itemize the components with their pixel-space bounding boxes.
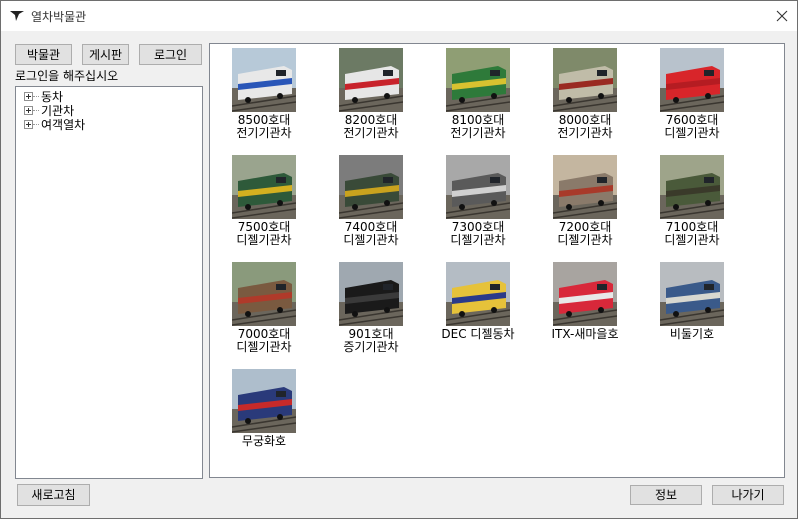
train-tile[interactable]: 무궁화호 bbox=[214, 369, 314, 448]
expand-icon[interactable] bbox=[24, 92, 33, 101]
train-tile[interactable]: 8500호대 전기기관차 bbox=[214, 48, 314, 140]
train-caption: 7100호대 디젤기관차 bbox=[642, 221, 742, 247]
train-8000-thumbnail bbox=[553, 48, 617, 112]
info-button[interactable]: 정보 bbox=[630, 485, 702, 505]
train-tile[interactable]: 8200호대 전기기관차 bbox=[321, 48, 421, 140]
tree-connector bbox=[33, 96, 39, 97]
train-7200-thumbnail bbox=[553, 155, 617, 219]
category-tree[interactable]: 동차 기관차 여객열차 bbox=[15, 86, 203, 479]
steam-locomotive-thumbnail bbox=[339, 262, 403, 326]
train-caption-line2: 전기기관차 bbox=[450, 126, 506, 140]
train-8200-thumbnail bbox=[339, 48, 403, 112]
museum-button[interactable]: 박물관 bbox=[15, 44, 72, 65]
train-8100-thumbnail bbox=[446, 48, 510, 112]
train-7600-thumbnail bbox=[660, 48, 724, 112]
train-caption: 7000호대 디젤기관차 bbox=[214, 328, 314, 354]
tree-connector bbox=[33, 124, 39, 125]
train-tile[interactable]: 7600호대 디젤기관차 bbox=[642, 48, 742, 140]
train-caption-line2: 전기기관차 bbox=[557, 126, 613, 140]
train-caption: 7300호대 디젤기관차 bbox=[428, 221, 528, 247]
train-caption: 7600호대 디젤기관차 bbox=[642, 114, 742, 140]
train-7400-thumbnail bbox=[339, 155, 403, 219]
login-prompt-label: 로그인을 해주십시오 bbox=[15, 69, 119, 83]
tree-connector bbox=[33, 110, 39, 111]
train-caption-line1: DEC 디젤동차 bbox=[441, 327, 515, 341]
train-tile[interactable]: 비둘기호 bbox=[642, 262, 742, 341]
train-caption: 7200호대 디젤기관차 bbox=[535, 221, 635, 247]
train-7100-thumbnail bbox=[660, 155, 724, 219]
train-caption: 8100호대 전기기관차 bbox=[428, 114, 528, 140]
train-tile[interactable]: 7200호대 디젤기관차 bbox=[535, 155, 635, 247]
train-caption-line2: 증기기관차 bbox=[343, 340, 399, 354]
train-caption: 무궁화호 bbox=[214, 435, 314, 448]
train-caption: 8500호대 전기기관차 bbox=[214, 114, 314, 140]
train-caption: 901호대 증기기관차 bbox=[321, 328, 421, 354]
train-caption-line2: 전기기관차 bbox=[236, 126, 292, 140]
bidulgi-thumbnail bbox=[660, 262, 724, 326]
train-caption-line1: 무궁화호 bbox=[241, 434, 287, 448]
train-caption: 8200호대 전기기관차 bbox=[321, 114, 421, 140]
train-caption-line2: 디젤기관차 bbox=[236, 233, 292, 247]
dec-railcar-thumbnail bbox=[446, 262, 510, 326]
expand-icon[interactable] bbox=[24, 106, 33, 115]
train-caption: 비둘기호 bbox=[642, 328, 742, 341]
tree-item-passenger-train[interactable]: 여객열차 bbox=[24, 117, 85, 132]
train-7000-thumbnail bbox=[232, 262, 296, 326]
train-caption-line2: 디젤기관차 bbox=[343, 233, 399, 247]
login-button[interactable]: 로그인 bbox=[139, 44, 202, 65]
train-caption: 7400호대 디젤기관차 bbox=[321, 221, 421, 247]
train-tile[interactable]: 901호대 증기기관차 bbox=[321, 262, 421, 354]
train-tile[interactable]: 7100호대 디젤기관차 bbox=[642, 155, 742, 247]
train-caption-line2: 전기기관차 bbox=[343, 126, 399, 140]
train-caption-line1: ITX-새마을호 bbox=[551, 327, 619, 341]
train-tile[interactable]: 7300호대 디젤기관차 bbox=[428, 155, 528, 247]
train-7500-thumbnail bbox=[232, 155, 296, 219]
train-tile[interactable]: 7500호대 디젤기관차 bbox=[214, 155, 314, 247]
expand-icon[interactable] bbox=[24, 120, 33, 129]
itx-saemaeul-thumbnail bbox=[553, 262, 617, 326]
train-caption: DEC 디젤동차 bbox=[428, 328, 528, 341]
train-tile[interactable]: DEC 디젤동차 bbox=[428, 262, 528, 341]
train-caption-line1: 비둘기호 bbox=[669, 327, 715, 341]
train-8500-thumbnail bbox=[232, 48, 296, 112]
tree-item-label: 여객열차 bbox=[41, 118, 86, 132]
train-tile[interactable]: ITX-새마을호 bbox=[535, 262, 635, 341]
train-tile[interactable]: 8100호대 전기기관차 bbox=[428, 48, 528, 140]
close-icon bbox=[776, 10, 788, 22]
train-caption-line2: 디젤기관차 bbox=[236, 340, 292, 354]
train-gallery[interactable]: 8500호대 전기기관차 8200호대 전기기관차 8100호대 전기기관차 8000호대 전… bbox=[209, 43, 785, 478]
train-caption: 7500호대 디젤기관차 bbox=[214, 221, 314, 247]
train-caption: 8000호대 전기기관차 bbox=[535, 114, 635, 140]
train-tile[interactable]: 7400호대 디젤기관차 bbox=[321, 155, 421, 247]
window-title: 열차박물관 bbox=[31, 10, 87, 24]
refresh-button[interactable]: 새로고침 bbox=[17, 484, 90, 506]
app-logo-icon bbox=[10, 11, 24, 21]
train-caption-line2: 디젤기관차 bbox=[557, 233, 613, 247]
train-caption-line2: 디젤기관차 bbox=[664, 126, 720, 140]
train-caption: ITX-새마을호 bbox=[535, 328, 635, 341]
exit-button[interactable]: 나가기 bbox=[712, 485, 784, 505]
train-caption-line2: 디젤기관차 bbox=[664, 233, 720, 247]
train-tile[interactable]: 8000호대 전기기관차 bbox=[535, 48, 635, 140]
train-tile[interactable]: 7000호대 디젤기관차 bbox=[214, 262, 314, 354]
train-7300-thumbnail bbox=[446, 155, 510, 219]
train-caption-line2: 디젤기관차 bbox=[450, 233, 506, 247]
title-bar: 열차박물관 bbox=[1, 1, 797, 31]
mugunghwa-thumbnail bbox=[232, 369, 296, 433]
app-window: 열차박물관 박물관 게시판 로그인 로그인을 해주십시오 동차 기관차 여객열차… bbox=[0, 0, 798, 519]
board-button[interactable]: 게시판 bbox=[82, 44, 129, 65]
close-button[interactable] bbox=[767, 1, 797, 31]
